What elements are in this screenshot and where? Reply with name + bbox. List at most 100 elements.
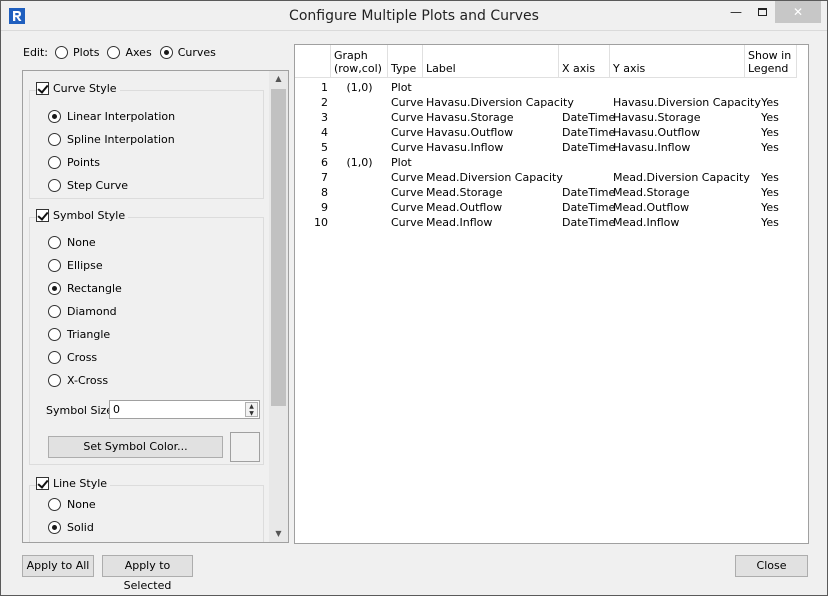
- cell-yaxis[interactable]: Mead.Storage: [613, 185, 745, 200]
- cell-legend[interactable]: Yes: [745, 185, 795, 200]
- table-row[interactable]: 1 (1,0) Plot: [295, 80, 795, 95]
- row-number[interactable]: 5: [295, 140, 328, 155]
- cell-label[interactable]: [426, 155, 560, 170]
- table-row[interactable]: 8 Curve Mead.Storage DateTime Mead.Storage Ye…: [295, 185, 795, 200]
- set-symbol-color-button[interactable]: Set Symbol Color...: [48, 436, 223, 458]
- cell-legend[interactable]: [745, 80, 795, 95]
- cell-legend[interactable]: Yes: [745, 215, 795, 230]
- cell-legend[interactable]: Yes: [745, 95, 795, 110]
- cell-graph[interactable]: [331, 170, 388, 185]
- cell-graph[interactable]: [331, 110, 388, 125]
- cell-yaxis[interactable]: [613, 155, 745, 170]
- cell-label[interactable]: Mead.Inflow: [426, 215, 560, 230]
- cell-type[interactable]: Curve: [391, 95, 425, 110]
- edit-axes-radio[interactable]: [107, 45, 121, 59]
- maximize-button[interactable]: [749, 1, 775, 23]
- symbol-cross-radio[interactable]: [48, 350, 61, 364]
- cell-type[interactable]: Curve: [391, 140, 425, 155]
- column-header-xaxis[interactable]: X axis: [559, 45, 610, 78]
- row-number[interactable]: 9: [295, 200, 328, 215]
- symbol-option-none[interactable]: None: [48, 234, 96, 250]
- row-number[interactable]: 1: [295, 80, 328, 95]
- table-row[interactable]: 3 Curve Havasu.Storage DateTime Havasu.Stora…: [295, 110, 795, 125]
- symbol-option-cross[interactable]: Cross: [48, 349, 97, 365]
- cell-legend[interactable]: Yes: [745, 170, 795, 185]
- cell-graph[interactable]: [331, 125, 388, 140]
- cell-xaxis[interactable]: DateTime: [562, 200, 615, 215]
- row-number[interactable]: 10: [295, 215, 328, 230]
- line-option-none[interactable]: None: [48, 496, 96, 512]
- symbol-triangle-radio[interactable]: [48, 327, 61, 341]
- scroll-thumb[interactable]: [271, 89, 286, 406]
- edit-curves-radio[interactable]: [159, 45, 173, 59]
- cell-legend[interactable]: Yes: [745, 110, 795, 125]
- symbol-size-spinner[interactable]: 0 ▲ ▼: [109, 400, 260, 419]
- cell-legend[interactable]: Yes: [745, 125, 795, 140]
- row-number[interactable]: 7: [295, 170, 328, 185]
- column-header-type[interactable]: Type: [388, 45, 423, 78]
- line-none-radio[interactable]: [48, 497, 61, 511]
- curve-step-radio[interactable]: [48, 178, 61, 192]
- column-header-graph[interactable]: Graph (row,col): [331, 45, 388, 78]
- cell-legend[interactable]: [745, 155, 795, 170]
- cell-xaxis[interactable]: DateTime: [562, 140, 615, 155]
- table-row[interactable]: 4 Curve Havasu.Outflow DateTime Havasu.Outfl…: [295, 125, 795, 140]
- symbol-color-swatch[interactable]: [230, 432, 260, 462]
- curve-option-spline[interactable]: Spline Interpolation: [48, 131, 175, 147]
- curve-spline-radio[interactable]: [48, 132, 61, 146]
- apply-to-all-button[interactable]: Apply to All: [22, 555, 94, 577]
- cell-legend[interactable]: Yes: [745, 200, 795, 215]
- cell-yaxis[interactable]: Mead.Outflow: [613, 200, 745, 215]
- row-number[interactable]: 2: [295, 95, 328, 110]
- left-panel-scrollbar[interactable]: ▲ ▼: [269, 71, 288, 542]
- close-button[interactable]: Close: [735, 555, 808, 577]
- close-window-button[interactable]: ✕: [775, 1, 821, 23]
- row-number[interactable]: 4: [295, 125, 328, 140]
- symbol-ellipse-radio[interactable]: [48, 258, 61, 272]
- cell-graph[interactable]: [331, 200, 388, 215]
- cell-label[interactable]: Havasu.Diversion Capacity: [426, 95, 574, 110]
- curve-option-step[interactable]: Step Curve: [48, 177, 128, 193]
- cell-graph[interactable]: [331, 140, 388, 155]
- table-row[interactable]: 10 Curve Mead.Inflow DateTime Mead.Inflow Yes: [295, 215, 795, 230]
- cell-xaxis[interactable]: DateTime: [562, 125, 615, 140]
- table-row[interactable]: 9 Curve Mead.Outflow DateTime Mead.Outflow Ye…: [295, 200, 795, 215]
- spinner-arrows-icon[interactable]: ▲ ▼: [245, 402, 258, 417]
- symbol-none-radio[interactable]: [48, 235, 61, 249]
- scroll-up-icon[interactable]: ▲: [269, 71, 288, 87]
- cell-label[interactable]: Havasu.Storage: [426, 110, 560, 125]
- column-header-label[interactable]: Label: [423, 45, 559, 78]
- curve-linear-radio[interactable]: [48, 109, 61, 123]
- cell-type[interactable]: Curve: [391, 110, 425, 125]
- cell-yaxis[interactable]: Havasu.Outflow: [613, 125, 745, 140]
- symbol-rectangle-radio[interactable]: [48, 281, 61, 295]
- cell-xaxis[interactable]: DateTime: [562, 110, 615, 125]
- curve-style-checkbox[interactable]: [36, 82, 49, 95]
- cell-label[interactable]: Havasu.Inflow: [426, 140, 560, 155]
- cell-xaxis[interactable]: [562, 80, 612, 95]
- scroll-down-icon[interactable]: ▼: [269, 526, 288, 542]
- row-number[interactable]: 8: [295, 185, 328, 200]
- edit-plots-radio[interactable]: [55, 45, 69, 59]
- curves-table[interactable]: Graph (row,col) Type Label X axis Y axis…: [294, 44, 809, 544]
- symbol-option-triangle[interactable]: Triangle: [48, 326, 110, 342]
- minimize-button[interactable]: —: [723, 1, 749, 23]
- symbol-style-checkbox[interactable]: [36, 209, 49, 222]
- symbol-option-diamond[interactable]: Diamond: [48, 303, 117, 319]
- row-number[interactable]: 6: [295, 155, 328, 170]
- line-style-checkbox[interactable]: [36, 477, 49, 490]
- cell-label[interactable]: Mead.Storage: [426, 185, 560, 200]
- cell-yaxis[interactable]: Havasu.Diversion Capacity: [613, 95, 761, 110]
- cell-graph[interactable]: (1,0): [331, 155, 388, 170]
- row-number[interactable]: 3: [295, 110, 328, 125]
- cell-graph[interactable]: (1,0): [331, 80, 388, 95]
- cell-type[interactable]: Curve: [391, 170, 425, 185]
- curve-option-points[interactable]: Points: [48, 154, 100, 170]
- cell-label[interactable]: Havasu.Outflow: [426, 125, 560, 140]
- symbol-option-rectangle[interactable]: Rectangle: [48, 280, 122, 296]
- table-row[interactable]: 6 (1,0) Plot: [295, 155, 795, 170]
- cell-legend[interactable]: Yes: [745, 140, 795, 155]
- cell-xaxis[interactable]: [562, 155, 612, 170]
- cell-graph[interactable]: [331, 95, 388, 110]
- cell-type[interactable]: Plot: [391, 155, 425, 170]
